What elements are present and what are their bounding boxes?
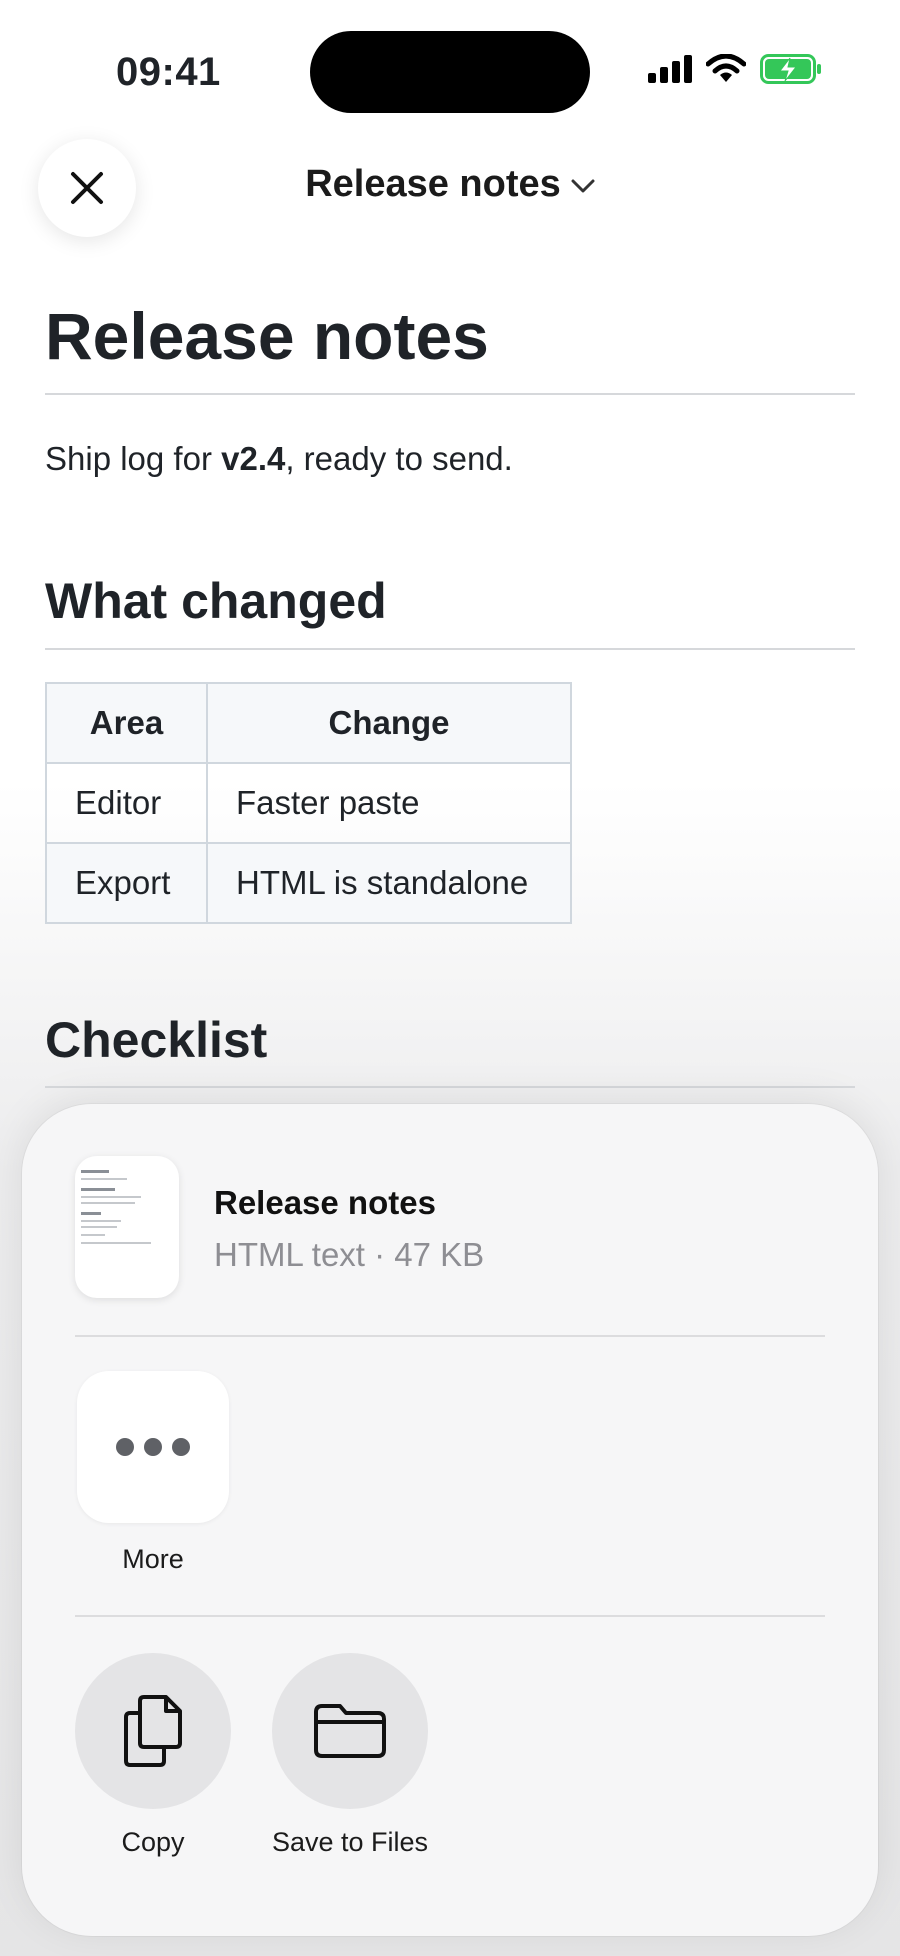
intro-prefix: Ship log for [45, 440, 222, 477]
table-cell: HTML is standalone [206, 842, 572, 924]
document-title-menu[interactable]: Release notes [0, 163, 900, 206]
more-dots-icon [116, 1438, 134, 1456]
share-file-name: Release notes [214, 1184, 436, 1221]
more-button[interactable] [77, 1371, 229, 1523]
folder-icon [314, 1704, 386, 1758]
table-header-cell: Area [45, 682, 208, 764]
more-dot [144, 1438, 162, 1456]
wifi-icon [706, 54, 746, 82]
share-file-meta: HTML text · 47 KB [214, 1236, 485, 1273]
copy-icon [124, 1695, 182, 1767]
table-row: Export HTML is standalone [45, 842, 572, 924]
intro-version: v2.4 [221, 440, 286, 477]
intro-paragraph: Ship log for v2.4, ready to send. [45, 440, 513, 478]
heading-divider [45, 393, 855, 395]
dynamic-island [310, 31, 590, 113]
nav-title-label: Release notes [305, 163, 561, 205]
table-cell: Editor [45, 762, 208, 844]
changes-table: Area Change Editor Faster paste Export H… [45, 682, 572, 924]
more-label: More [122, 1544, 184, 1574]
battery-charging-icon [760, 54, 821, 84]
doc-heading: Release notes [45, 299, 489, 373]
section-divider [45, 1086, 855, 1088]
table-header-cell: Change [206, 682, 572, 764]
save-to-files-button[interactable] [272, 1653, 428, 1809]
copy-button[interactable] [75, 1653, 231, 1809]
table-row: Editor Faster paste [45, 762, 572, 844]
sheet-divider [75, 1615, 825, 1617]
chevron-down-icon [571, 179, 595, 193]
section-divider [45, 648, 855, 650]
status-time: 09:41 [116, 50, 221, 94]
copy-label: Copy [121, 1827, 185, 1857]
file-thumbnail [75, 1156, 179, 1298]
table-cell: Export [45, 842, 208, 924]
table-header-row: Area Change [45, 682, 572, 764]
status-icons [648, 54, 822, 84]
more-dot [172, 1438, 190, 1456]
save-to-files-label: Save to Files [271, 1827, 429, 1857]
signal-icon [648, 55, 692, 83]
section-heading-checklist: Checklist [45, 1012, 268, 1068]
section-heading-changes: What changed [45, 573, 387, 629]
share-sheet: Release notes HTML text · 47 KB More Cop… [22, 1104, 878, 1936]
sheet-divider [75, 1335, 825, 1337]
table-cell: Faster paste [206, 762, 572, 844]
intro-suffix: , ready to send. [285, 440, 513, 477]
